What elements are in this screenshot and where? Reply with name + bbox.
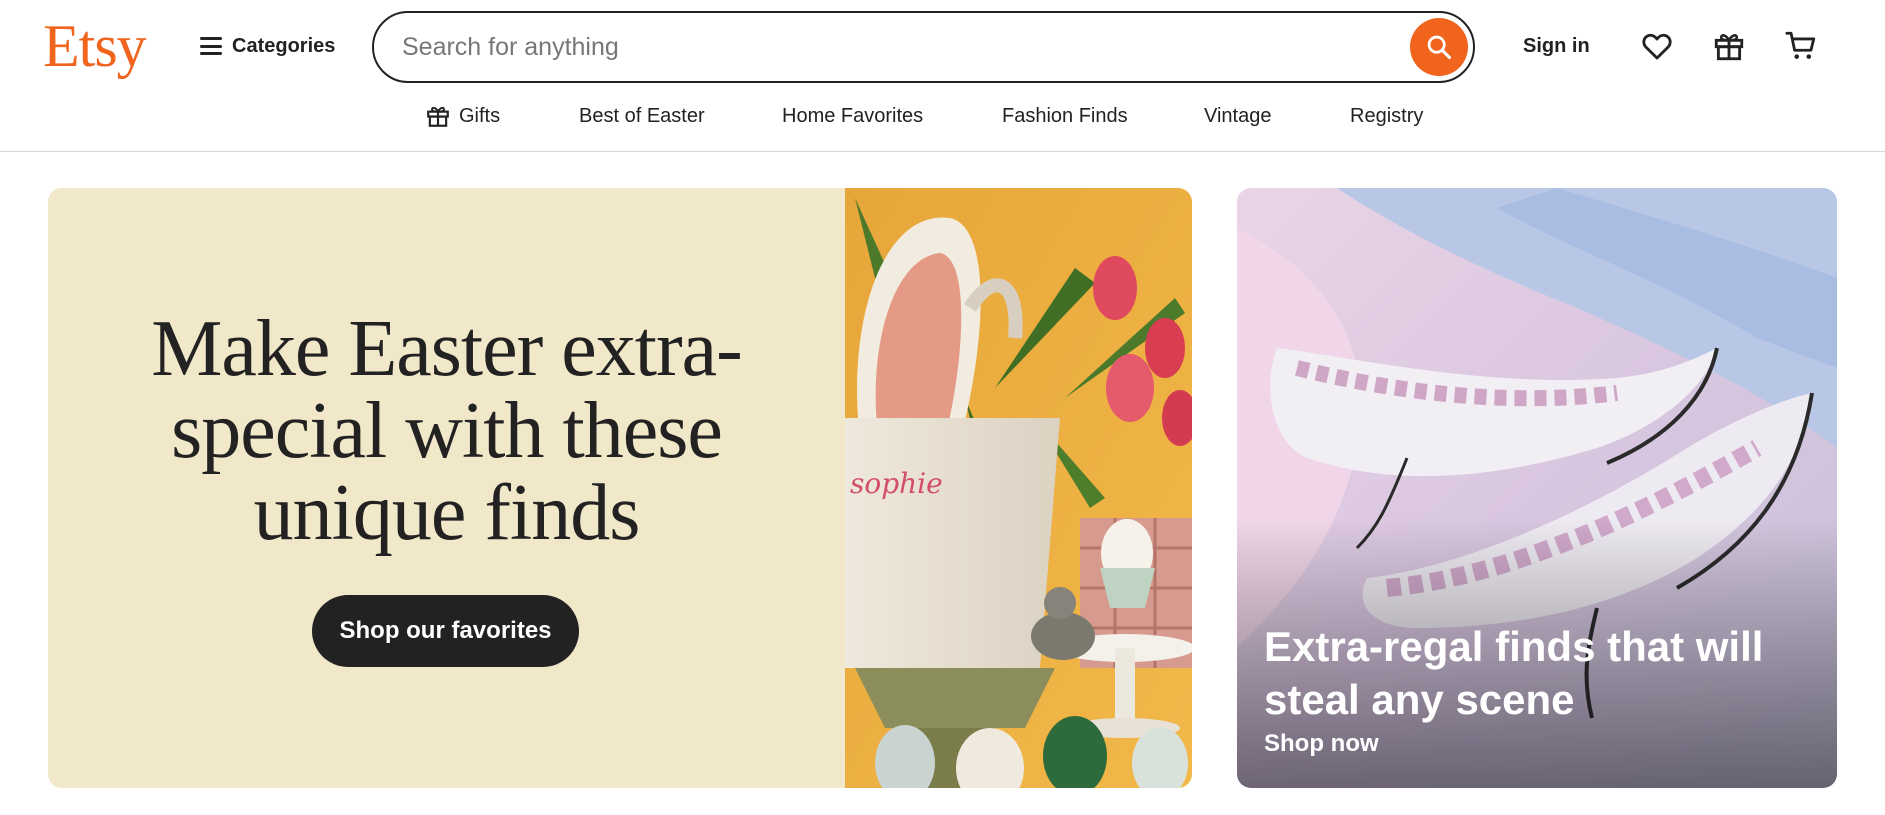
nav-item-best-of-easter[interactable]: Best of Easter [579,98,705,134]
shop-favorites-button[interactable]: Shop our favorites [312,595,579,667]
hamburger-icon [200,37,222,55]
gift-icon [1714,34,1744,61]
categories-button[interactable]: Categories [200,26,335,66]
nav-item-label: Home Favorites [782,104,924,127]
easter-hero-banner[interactable]: Make Easter extra-special with these uni… [48,188,1192,788]
easter-basket-illustration: sophie [845,188,1192,788]
regal-finds-title: Extra-regal finds that will steal any sc… [1264,623,1764,723]
search-icon [1427,35,1452,60]
gift-mode-button[interactable] [1708,25,1750,67]
shop-now-link[interactable]: Shop now [1264,730,1379,758]
hero-text-panel: Make Easter extra-special with these uni… [48,188,845,788]
search-bar [372,11,1475,83]
favorites-button[interactable] [1636,25,1678,67]
nav-item-home-favorites[interactable]: Home Favorites [782,98,923,134]
basket-name-text: sophie [850,467,943,500]
nav-item-label: Fashion Finds [1002,104,1128,127]
nav-item-label: Vintage [1204,104,1272,127]
nav-item-fashion-finds[interactable]: Fashion Finds [1002,98,1128,134]
site-header: Etsy Categories Sign in [0,0,1885,152]
categories-label: Categories [232,34,336,57]
cart-icon [1785,31,1816,59]
nav-item-label: Gifts [459,104,501,127]
nav-item-gifts[interactable]: Gifts [425,98,500,134]
nav-item-registry[interactable]: Registry [1350,98,1423,134]
regal-finds-caption: Extra-regal finds that will steal any sc… [1264,620,1784,758]
regal-finds-banner[interactable]: Extra-regal finds that will steal any sc… [1237,188,1837,788]
nav-item-vintage[interactable]: Vintage [1204,98,1271,134]
hero-heading: Make Easter extra-special with these uni… [151,305,743,557]
gift-icon [427,106,449,127]
category-nav: Gifts Best of Easter Home Favorites Fash… [0,98,1885,134]
sign-in-link[interactable]: Sign in [1523,30,1590,62]
nav-item-label: Registry [1350,104,1424,127]
search-input[interactable] [374,13,1410,81]
easter-basket-image: sophie [845,188,1192,788]
cart-button[interactable] [1780,25,1822,67]
etsy-logo[interactable]: Etsy [43,8,147,84]
heart-icon [1642,33,1672,60]
search-button[interactable] [1410,18,1468,76]
nav-item-label: Best of Easter [579,104,705,127]
